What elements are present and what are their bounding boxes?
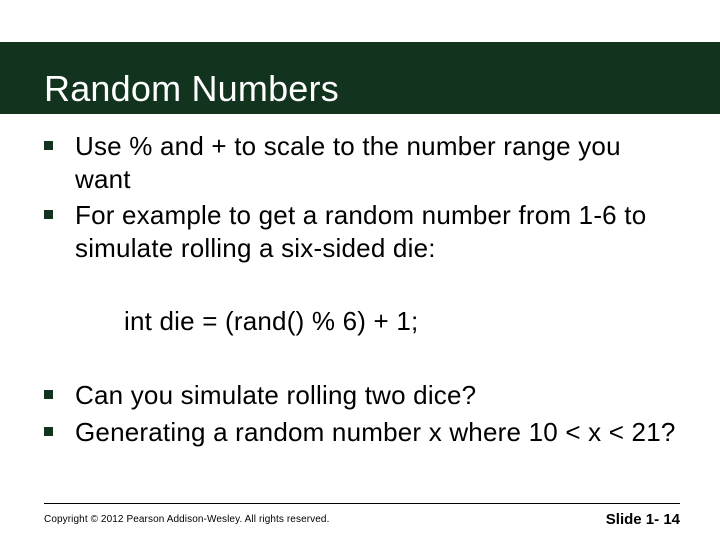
bullet-square-icon xyxy=(44,210,53,219)
code-line: int die = (rand() % 6) + 1; xyxy=(124,306,680,337)
title-band: Random Numbers xyxy=(0,42,720,114)
bullet-square-icon xyxy=(44,390,53,399)
bullet-text: Generating a random number x where 10 < … xyxy=(75,416,676,449)
bullet-square-icon xyxy=(44,427,53,436)
bullet-text: Can you simulate rolling two dice? xyxy=(75,379,476,412)
slide: Random Numbers Use % and + to scale to t… xyxy=(0,0,720,540)
copyright-text: Copyright © 2012 Pearson Addison-Wesley.… xyxy=(44,514,329,525)
bullet-item: Can you simulate rolling two dice? xyxy=(44,379,680,412)
slide-title: Random Numbers xyxy=(44,68,339,110)
bullet-item: For example to get a random number from … xyxy=(44,199,680,264)
slide-body: Use % and + to scale to the number range… xyxy=(44,130,680,452)
bullet-text: For example to get a random number from … xyxy=(75,199,680,264)
slide-number: Slide 1- 14 xyxy=(606,511,680,528)
bullet-text: Use % and + to scale to the number range… xyxy=(75,130,680,195)
bullet-item: Generating a random number x where 10 < … xyxy=(44,416,680,449)
bullet-square-icon xyxy=(44,141,53,150)
footer: Copyright © 2012 Pearson Addison-Wesley.… xyxy=(44,503,680,530)
bullet-item: Use % and + to scale to the number range… xyxy=(44,130,680,195)
bullet-group-2: Can you simulate rolling two dice? Gener… xyxy=(44,379,680,448)
